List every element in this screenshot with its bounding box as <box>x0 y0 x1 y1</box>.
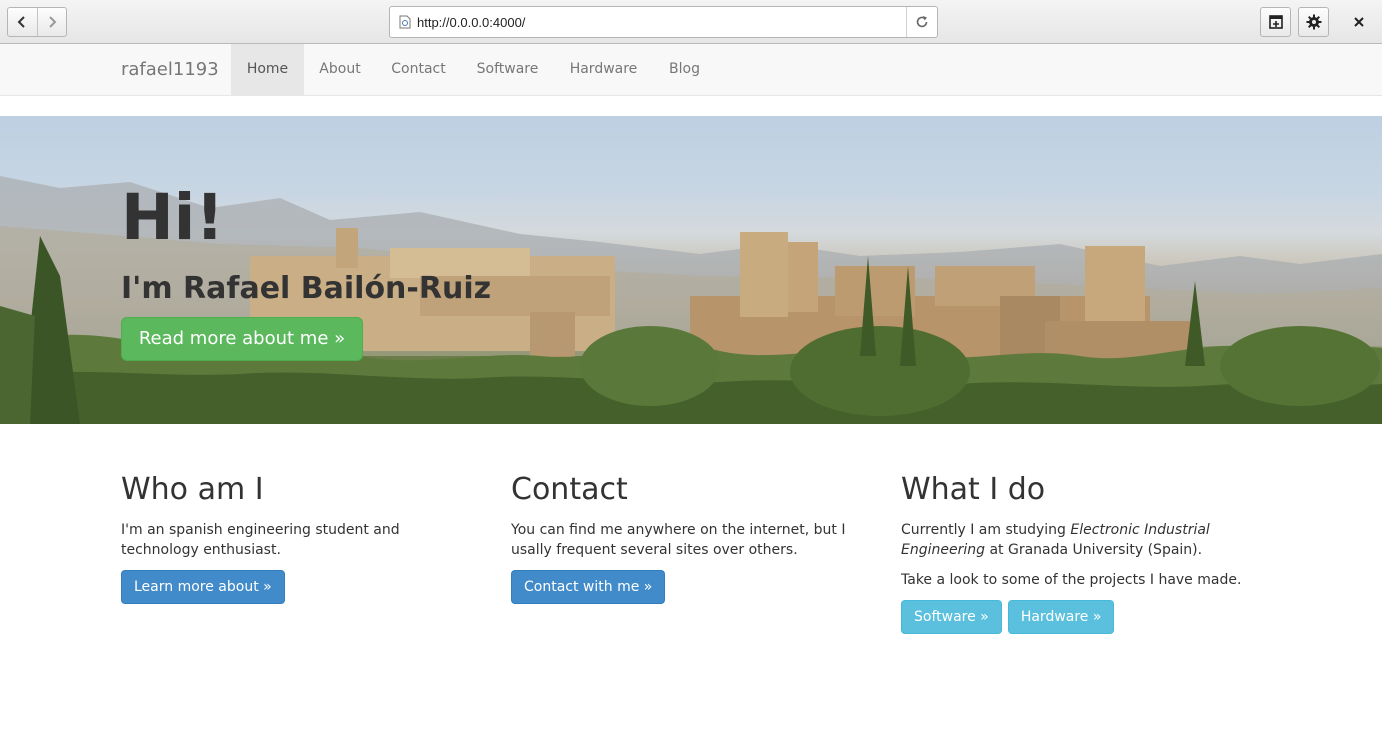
who-am-i-section: Who am I I'm an spanish engineering stud… <box>121 470 481 604</box>
back-button[interactable] <box>8 8 37 36</box>
nav-item-home[interactable]: Home <box>231 44 304 95</box>
text-before: Currently I am studying <box>901 522 1071 538</box>
site-navbar: rafael1193 Home About Contact Software H… <box>0 44 1382 96</box>
settings-button[interactable] <box>1298 7 1329 37</box>
section-heading: Who am I <box>121 472 264 507</box>
close-button[interactable] <box>1344 7 1374 37</box>
nav-item-software[interactable]: Software <box>461 44 554 95</box>
hero-subtitle: I'm Rafael Bailón-Ruiz <box>121 271 492 306</box>
nav-item-blog[interactable]: Blog <box>653 44 716 95</box>
nav-item-about[interactable]: About <box>304 44 376 95</box>
page-icon <box>399 15 411 29</box>
navbar-brand[interactable]: rafael1193 <box>121 44 219 95</box>
software-button[interactable]: Software » <box>901 600 1002 634</box>
hero-title: Hi! <box>121 181 225 254</box>
hardware-button[interactable]: Hardware » <box>1007 600 1115 634</box>
section-text: Currently I am studying Electronic Indus… <box>901 520 1246 560</box>
read-more-button[interactable]: Read more about me » <box>121 317 363 361</box>
browser-toolbar: http://0.0.0.0:4000/ <box>0 0 1382 44</box>
learn-more-button[interactable]: Learn more about » <box>121 570 285 604</box>
chevron-left-icon <box>17 16 25 28</box>
nav-item-contact[interactable]: Contact <box>376 44 461 95</box>
what-i-do-section: What I do Currently I am studying Electr… <box>901 470 1261 634</box>
contact-section: Contact You can find me anywhere on the … <box>511 470 871 604</box>
address-bar[interactable]: http://0.0.0.0:4000/ <box>389 6 938 38</box>
contact-button[interactable]: Contact with me » <box>511 570 666 604</box>
url-text[interactable]: http://0.0.0.0:4000/ <box>417 15 906 30</box>
new-window-button[interactable] <box>1260 7 1291 37</box>
text-after: at Granada University (Spain). <box>985 542 1203 558</box>
section-heading: Contact <box>511 472 628 507</box>
reload-icon <box>916 16 928 28</box>
section-heading: What I do <box>901 472 1046 507</box>
chevron-right-icon <box>49 16 57 28</box>
section-text: I'm an spanish engineering student and t… <box>121 522 400 558</box>
close-icon <box>1354 17 1364 27</box>
section-text-2: Take a look to some of the projects I ha… <box>901 572 1242 588</box>
section-text: You can find me anywhere on the internet… <box>511 522 846 558</box>
hero-banner: Hi! I'm Rafael Bailón-Ruiz Read more abo… <box>0 116 1382 424</box>
new-window-icon <box>1268 15 1283 29</box>
history-buttons <box>7 7 67 37</box>
reload-button[interactable] <box>906 7 937 37</box>
gear-icon <box>1306 14 1321 30</box>
nav-item-hardware[interactable]: Hardware <box>554 44 653 95</box>
forward-button[interactable] <box>36 8 67 36</box>
